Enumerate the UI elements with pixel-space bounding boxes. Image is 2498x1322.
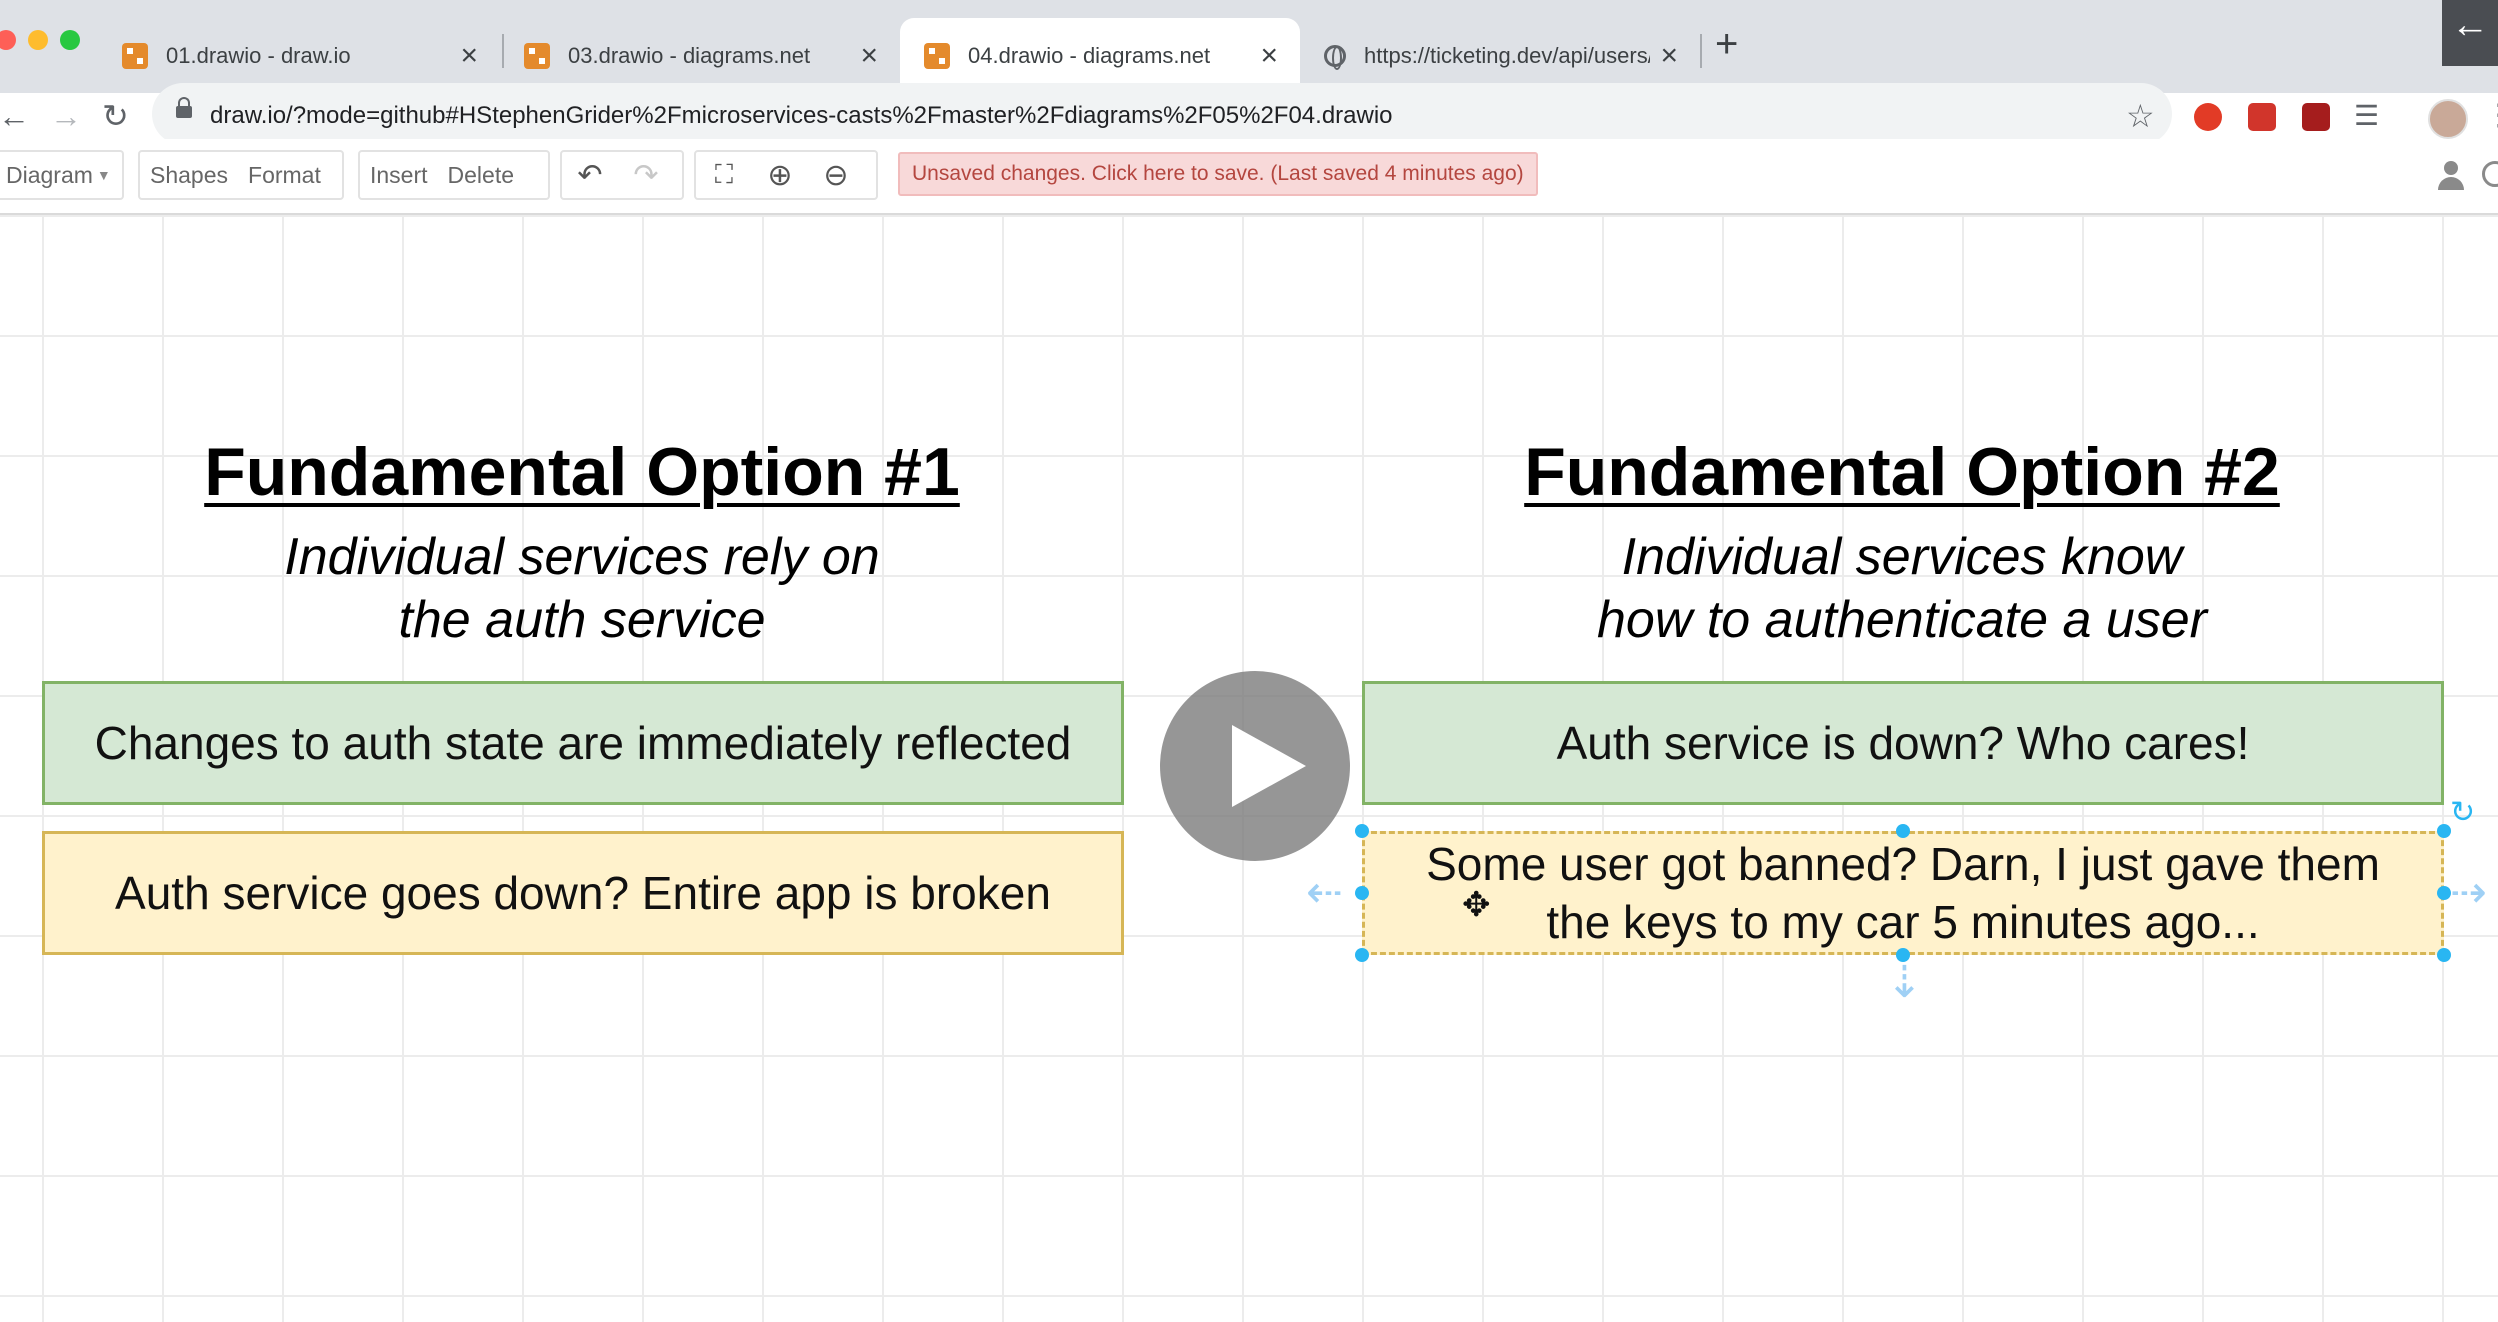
- option2-con-box[interactable]: Some user got banned? Darn, I just gave …: [1362, 831, 2444, 955]
- reload-icon[interactable]: ↻: [102, 93, 129, 139]
- format-button[interactable]: Format: [238, 162, 331, 189]
- option1-con-box[interactable]: Auth service goes down? Entire app is br…: [42, 831, 1124, 955]
- globe-icon: [1324, 44, 1346, 70]
- undo-icon[interactable]: ↶: [562, 158, 618, 193]
- panel-toggle-group: Shapes Format: [138, 150, 344, 200]
- unsaved-changes-notice[interactable]: Unsaved changes. Click here to save. (La…: [898, 152, 1538, 196]
- option1-pro-text: Changes to auth state are immediately re…: [94, 717, 1072, 769]
- drawio-favicon-icon: [122, 42, 148, 69]
- drawio-favicon-icon: [924, 42, 950, 69]
- browser-tab-2[interactable]: 03.drawio - diagrams.net ×: [500, 18, 900, 93]
- shield-extension-icon[interactable]: [2194, 103, 2222, 131]
- user-icon[interactable]: [2436, 161, 2466, 191]
- tab-title: 03.drawio - diagrams.net: [568, 42, 811, 68]
- ublock-extension-icon[interactable]: [2302, 103, 2330, 131]
- language-globe-icon[interactable]: [2482, 161, 2498, 187]
- tab-title: 01.drawio - draw.io: [166, 42, 351, 68]
- reading-list-icon[interactable]: ☰: [2354, 93, 2379, 139]
- resize-handle-bottom-left[interactable]: [1355, 948, 1369, 962]
- zoom-out-icon[interactable]: ⊖: [808, 158, 864, 193]
- option2-subtitle-line1[interactable]: Individual services know: [1362, 525, 2442, 589]
- resize-handle-bottom-right[interactable]: [2437, 948, 2451, 962]
- resize-handle-left[interactable]: [1355, 886, 1369, 900]
- close-tab-icon[interactable]: ×: [1260, 40, 1278, 71]
- bookmark-star-icon[interactable]: ☆: [2126, 93, 2155, 139]
- insert-button[interactable]: Insert: [360, 162, 438, 189]
- drawio-toolbar: Diagram ▼ Shapes Format Insert Delete ↶ …: [0, 139, 2498, 215]
- profile-avatar[interactable]: [2428, 99, 2468, 139]
- close-tab-icon[interactable]: ×: [860, 40, 878, 71]
- diagram-canvas[interactable]: Fundamental Option #1 Individual service…: [0, 215, 2498, 1322]
- option1-subtitle-line1[interactable]: Individual services rely on: [42, 525, 1122, 589]
- back-icon[interactable]: ←: [0, 93, 30, 139]
- window-close-button[interactable]: [0, 30, 16, 50]
- option2-heading[interactable]: Fundamental Option #2: [1362, 433, 2442, 511]
- option2-con-text-line2: the keys to my car 5 minutes ago...: [1546, 896, 2260, 948]
- tab-title: https://ticketing.dev/api/users/c: [1364, 42, 1651, 68]
- connect-right-arrow-icon[interactable]: ⇢: [2450, 871, 2487, 915]
- back-arrow-icon[interactable]: ←: [2442, 0, 2498, 66]
- drawio-favicon-icon: [524, 42, 550, 69]
- window-minimize-button[interactable]: [28, 30, 48, 50]
- option1-con-text: Auth service goes down? Entire app is br…: [115, 867, 1051, 919]
- browser-tab-3[interactable]: 04.drawio - diagrams.net ×: [900, 18, 1300, 93]
- resize-handle-right[interactable]: [2437, 886, 2451, 900]
- forward-icon[interactable]: →: [50, 93, 82, 139]
- option1-heading[interactable]: Fundamental Option #1: [42, 433, 1122, 511]
- close-tab-icon[interactable]: ×: [1660, 40, 1678, 71]
- delete-button[interactable]: Delete: [438, 162, 524, 189]
- diagram-menu-label[interactable]: Diagram: [0, 162, 103, 189]
- option1-pro-box[interactable]: Changes to auth state are immediately re…: [42, 681, 1124, 805]
- lock-icon[interactable]: [176, 97, 192, 118]
- redo-icon[interactable]: ↷: [618, 158, 674, 193]
- browser-tab-1[interactable]: 01.drawio - draw.io ×: [98, 18, 500, 93]
- browser-tab-strip: 01.drawio - draw.io × 03.drawio - diagra…: [0, 0, 2498, 93]
- connect-left-arrow-icon[interactable]: ⇠: [1306, 871, 1343, 915]
- option2-con-text-line1: Some user got banned? Darn, I just gave …: [1426, 838, 2380, 890]
- browser-address-bar: ← → ↻ draw.io/?mode=github#HStephenGride…: [0, 83, 2498, 145]
- video-play-button[interactable]: [1160, 671, 1350, 861]
- option2-subtitle-line2[interactable]: how to authenticate a user: [1362, 588, 2442, 652]
- tab-divider: [1700, 34, 1702, 68]
- play-icon: [1232, 725, 1306, 807]
- option2-pro-text: Auth service is down? Who cares!: [1556, 717, 2250, 769]
- window-maximize-button[interactable]: [60, 30, 80, 50]
- resize-handle-top[interactable]: [1896, 824, 1910, 838]
- url-text[interactable]: draw.io/?mode=github#HStephenGrider%2Fmi…: [210, 93, 1393, 139]
- new-tab-button[interactable]: +: [1715, 22, 1738, 67]
- zoom-in-icon[interactable]: ⊕: [752, 158, 808, 193]
- view-group: ⛶ ⊕ ⊖: [694, 150, 878, 200]
- chevron-down-icon: ▼: [96, 167, 111, 183]
- edit-group: Insert Delete: [358, 150, 550, 200]
- resize-handle-top-left[interactable]: [1355, 824, 1369, 838]
- rotate-handle-icon[interactable]: ↻: [2450, 795, 2475, 830]
- lastpass-extension-icon[interactable]: [2248, 103, 2276, 131]
- browser-menu-icon[interactable]: ⋮: [2484, 93, 2498, 139]
- option1-subtitle-line2[interactable]: the auth service: [42, 588, 1122, 652]
- move-cursor-icon: ✥: [1462, 886, 1491, 924]
- close-tab-icon[interactable]: ×: [460, 40, 478, 71]
- tab-title: 04.drawio - diagrams.net: [968, 42, 1211, 68]
- shapes-button[interactable]: Shapes: [140, 162, 238, 189]
- history-group: ↶ ↷: [560, 150, 684, 200]
- option2-pro-box[interactable]: Auth service is down? Who cares!: [1362, 681, 2444, 805]
- resize-handle-top-right[interactable]: [2437, 824, 2451, 838]
- browser-tab-4[interactable]: https://ticketing.dev/api/users/c ×: [1300, 18, 1700, 93]
- fullscreen-icon[interactable]: ⛶: [696, 159, 752, 191]
- diagram-menu[interactable]: Diagram ▼: [0, 150, 124, 200]
- connect-down-arrow-icon[interactable]: ⇣: [1886, 961, 1923, 1005]
